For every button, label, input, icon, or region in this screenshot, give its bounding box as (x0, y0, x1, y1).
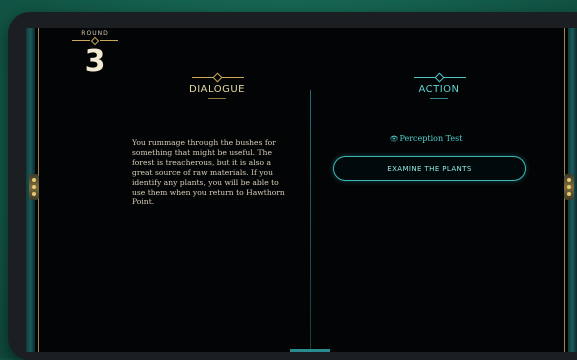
left-clasp-ornament (29, 174, 39, 200)
dialogue-title-underline (208, 98, 226, 99)
dialogue-text: You rummage through the bushes for somet… (132, 138, 285, 207)
right-clasp-ornament (564, 174, 574, 200)
dialogue-title: DIALOGUE (189, 84, 245, 95)
dialogue-header: DIALOGUE (172, 72, 262, 99)
dialogue-ornament (172, 72, 262, 83)
bottom-notch (290, 349, 330, 352)
tablet-device: ROUND 3 DIALOGUE ACTION You rummage thro… (8, 12, 577, 360)
game-screen: ROUND 3 DIALOGUE ACTION You rummage thro… (26, 28, 577, 352)
action-header: ACTION (394, 72, 484, 99)
action-title: ACTION (418, 84, 460, 95)
eye-icon: 👁 (389, 135, 399, 143)
panel-divider (310, 90, 311, 352)
round-indicator: ROUND 3 (68, 28, 122, 94)
skill-check-text: Perception Test (399, 134, 463, 143)
round-ornament (68, 36, 122, 46)
action-ornament (394, 72, 484, 83)
skill-check-label: 👁Perception Test (366, 134, 486, 143)
examine-plants-button[interactable]: EXAMINE THE PLANTS (333, 156, 526, 181)
round-number: 3 (84, 44, 106, 79)
action-title-underline (430, 98, 448, 99)
